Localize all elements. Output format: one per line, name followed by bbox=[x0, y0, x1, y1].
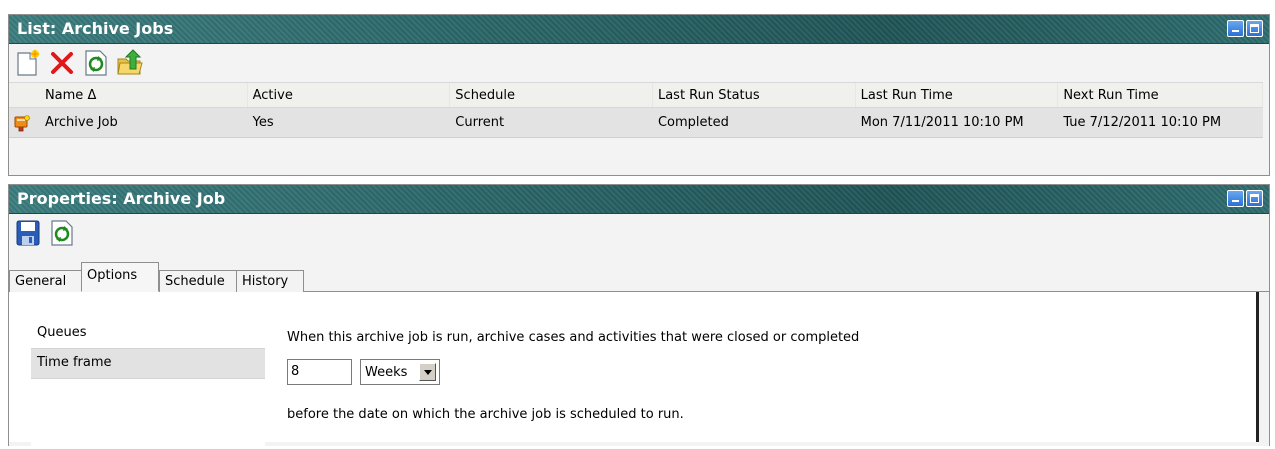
options-list: Queues Time frame bbox=[31, 319, 265, 449]
list-panel-titlebar: List: Archive Jobs bbox=[9, 15, 1269, 44]
properties-panel-titlebar: Properties: Archive Job bbox=[9, 185, 1269, 214]
cell-schedule: Current bbox=[455, 115, 505, 130]
refresh-icon[interactable] bbox=[47, 217, 77, 249]
option-time-frame[interactable]: Time frame bbox=[31, 349, 265, 379]
tab-options[interactable]: Options bbox=[81, 262, 159, 292]
properties-panel-title: Properties: Archive Job bbox=[17, 189, 226, 208]
new-document-icon[interactable] bbox=[13, 47, 43, 79]
column-header-next-run-time[interactable]: Next Run Time bbox=[1058, 83, 1263, 107]
tab-schedule[interactable]: Schedule bbox=[159, 270, 237, 292]
table-header: Name Δ Active Schedule Last Run Status L… bbox=[9, 82, 1263, 108]
column-header-name[interactable]: Name Δ bbox=[40, 83, 248, 107]
delete-x-icon[interactable] bbox=[47, 47, 77, 79]
column-header-schedule[interactable]: Schedule bbox=[450, 83, 653, 107]
properties-tabs: General Options Schedule History bbox=[9, 252, 1269, 292]
column-header-last-run-status[interactable]: Last Run Status bbox=[653, 83, 856, 107]
option-queues[interactable]: Queues bbox=[31, 319, 265, 349]
column-header-last-run-time[interactable]: Last Run Time bbox=[856, 83, 1059, 107]
export-folder-icon[interactable] bbox=[115, 47, 145, 79]
archive-job-icon bbox=[9, 114, 40, 132]
time-unit-select[interactable]: Weeks bbox=[360, 359, 440, 385]
properties-toolbar bbox=[9, 214, 1269, 252]
properties-panel: Properties: Archive Job General Options … bbox=[8, 184, 1270, 449]
cell-last-run-time: Mon 7/11/2011 10:10 PM bbox=[860, 115, 1024, 130]
maximize-button[interactable] bbox=[1246, 20, 1263, 37]
time-unit-value: Weeks bbox=[365, 364, 408, 380]
maximize-button[interactable] bbox=[1246, 190, 1263, 207]
description-after: before the date on which the archive job… bbox=[287, 407, 684, 422]
list-panel-title: List: Archive Jobs bbox=[17, 19, 174, 38]
list-panel: List: Archive Jobs Name Δ Active Schedul… bbox=[8, 14, 1270, 176]
chevron-down-icon[interactable] bbox=[419, 363, 436, 381]
minimize-button[interactable] bbox=[1227, 190, 1244, 207]
archive-jobs-table: Name Δ Active Schedule Last Run Status L… bbox=[9, 82, 1263, 138]
cell-next-run-time: Tue 7/12/2011 10:10 PM bbox=[1063, 115, 1222, 130]
cell-last-run-status: Completed bbox=[657, 115, 729, 130]
tab-history[interactable]: History bbox=[236, 270, 304, 292]
column-header-active[interactable]: Active bbox=[248, 83, 451, 107]
properties-window-buttons bbox=[1227, 190, 1263, 207]
cell-name: Archive Job bbox=[44, 115, 118, 130]
table-row[interactable]: Archive Job Yes Current Completed Mon 7/… bbox=[9, 108, 1263, 138]
refresh-icon[interactable] bbox=[81, 47, 111, 79]
cell-active: Yes bbox=[252, 115, 274, 130]
minimize-button[interactable] bbox=[1227, 20, 1244, 37]
time-value-input[interactable]: 8 bbox=[287, 359, 352, 385]
options-content: Queues Time frame When this archive job … bbox=[9, 292, 1259, 449]
save-disk-icon[interactable] bbox=[13, 217, 43, 249]
tab-general[interactable]: General bbox=[9, 270, 82, 292]
list-toolbar bbox=[9, 44, 1269, 82]
description-before: When this archive job is run, archive ca… bbox=[287, 330, 860, 345]
list-window-buttons bbox=[1227, 20, 1263, 37]
